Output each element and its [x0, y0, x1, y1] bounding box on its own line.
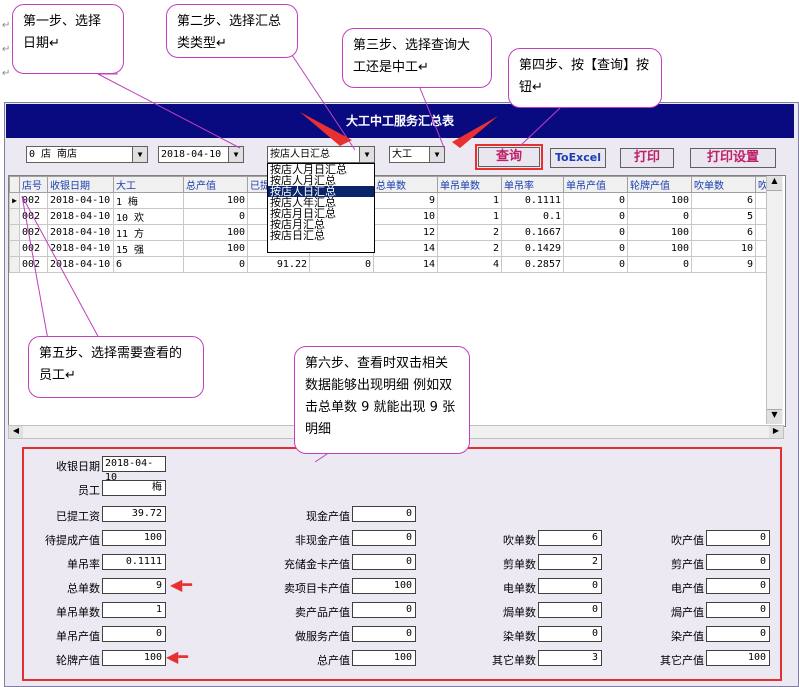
arrow-left-icon: ◀━ [170, 575, 192, 594]
callout-step1: 第一步、选择日期↵ [12, 4, 124, 74]
callout-step6: 第六步、查看时双击相关数据能够出现明细 例如双击总单数 9 就能出现 9 张明细 [294, 346, 470, 454]
callout-step3: 第三步、选择查询大工还是中工↵ [342, 28, 492, 88]
callout-step2: 第二步、选择汇总类类型↵ [166, 4, 298, 58]
callout-step5: 第五步、选择需要查看的员工↵ [28, 336, 204, 398]
arrow-left-icon: ◀━ [166, 647, 188, 666]
callout-step4: 第四步、按【查询】按钮↵ [508, 48, 662, 108]
